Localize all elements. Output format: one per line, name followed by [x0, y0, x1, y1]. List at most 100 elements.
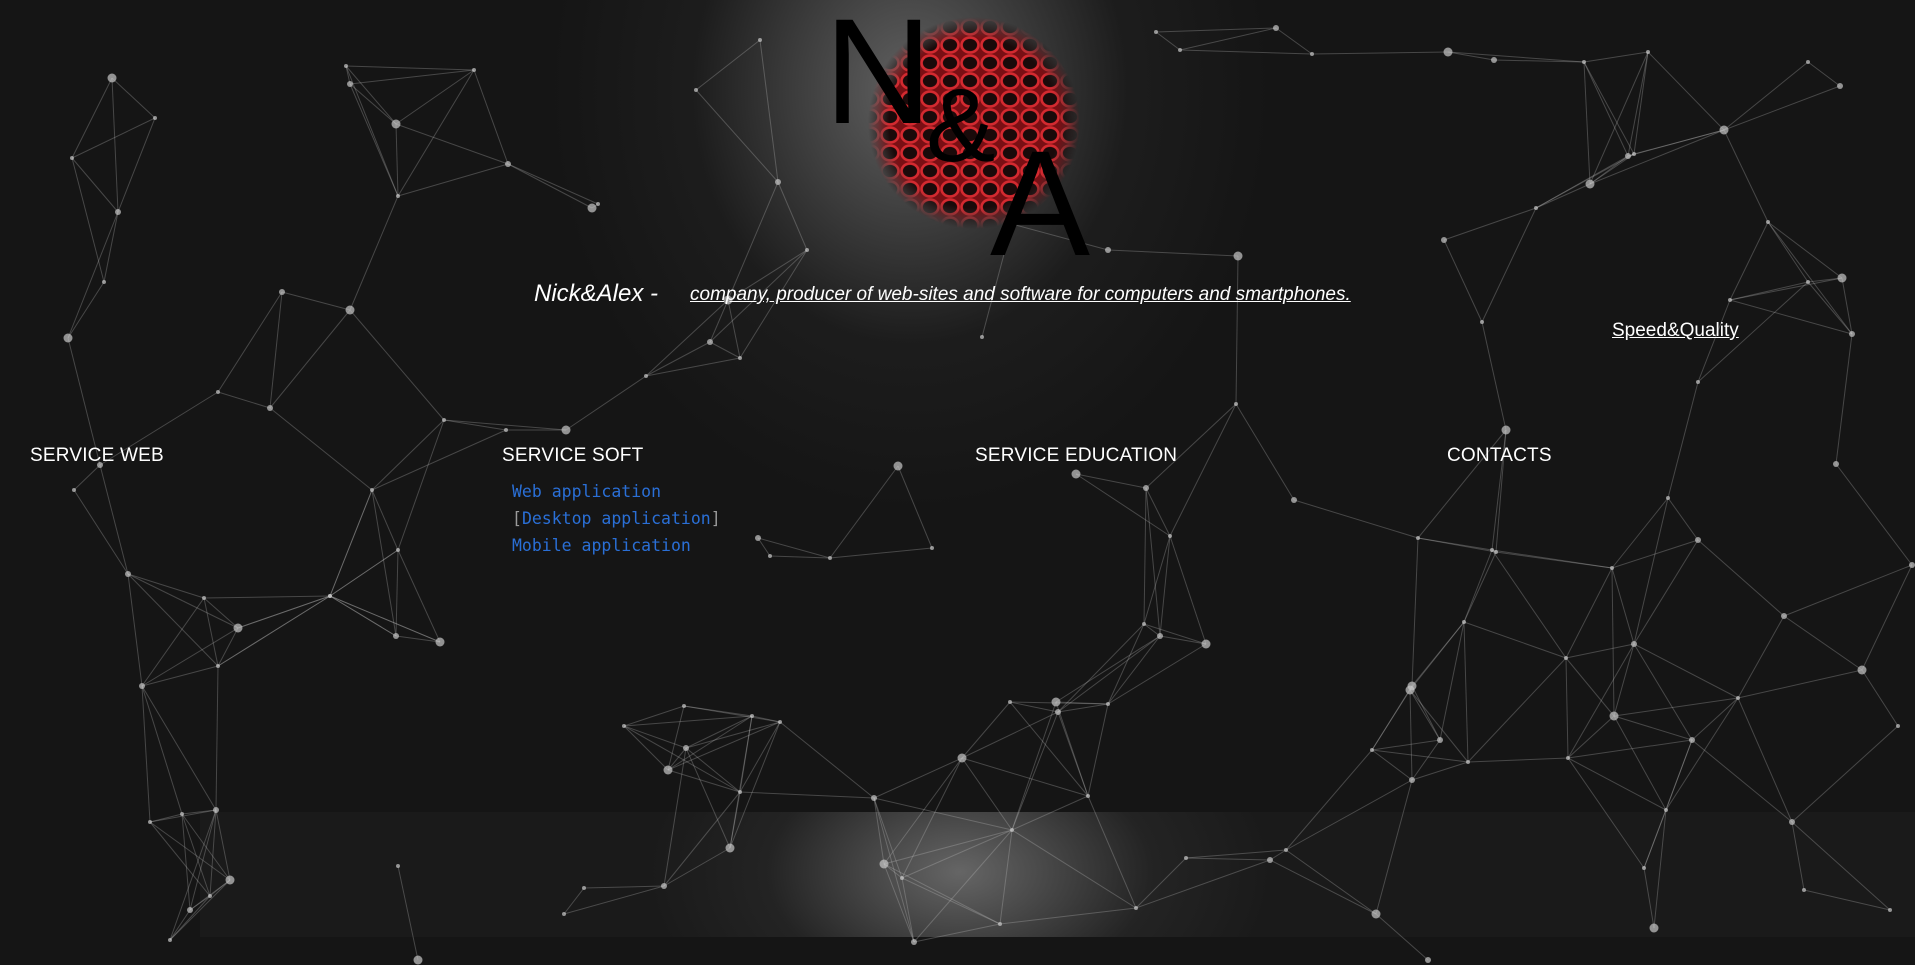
network-node: [1837, 83, 1843, 89]
network-line: [269, 407, 373, 491]
network-line: [1285, 849, 1377, 915]
company-logo: N & A: [820, 0, 1100, 278]
network-line: [1467, 657, 1567, 763]
tagline-description-link[interactable]: company, producer of web-sites and softw…: [690, 284, 1351, 306]
network-node: [1728, 298, 1732, 302]
network-line: [507, 163, 593, 209]
network-line: [217, 391, 271, 409]
submenu-web-application[interactable]: Web application: [512, 478, 721, 505]
network-node: [1310, 52, 1314, 56]
selected-bracket-open: [: [512, 509, 522, 528]
network-node: [1010, 828, 1014, 832]
network-node: [1233, 251, 1243, 261]
network-line: [1135, 857, 1187, 909]
network-line: [1371, 739, 1441, 751]
network-node: [1736, 696, 1740, 700]
network-line: [111, 77, 119, 213]
network-line: [1185, 857, 1271, 861]
network-node: [738, 790, 742, 794]
network-line: [683, 705, 781, 723]
network-line: [71, 117, 156, 159]
network-node: [1582, 60, 1586, 64]
network-line: [645, 341, 711, 377]
network-line: [1417, 537, 1493, 551]
network-line: [73, 464, 101, 491]
network-node: [707, 339, 713, 345]
network-line: [1055, 701, 1089, 797]
network-line: [623, 725, 741, 793]
network-node: [1055, 709, 1061, 715]
network-line: [1791, 821, 1805, 891]
network-line: [623, 705, 685, 727]
network-node: [72, 488, 76, 492]
nav-service-web[interactable]: SERVICE WEB: [30, 445, 164, 467]
network-line: [329, 595, 397, 637]
speed-quality-link[interactable]: Speed&Quality: [1612, 320, 1739, 342]
nav-service-education[interactable]: SERVICE EDUCATION: [975, 445, 1177, 467]
network-line: [1647, 51, 1725, 131]
tagline-company-name: Nick&Alex -: [534, 280, 659, 307]
network-line: [1633, 643, 1739, 699]
network-line: [1861, 669, 1899, 727]
network-node: [1837, 273, 1847, 283]
network-node: [1106, 702, 1110, 706]
submenu-desktop-application[interactable]: [Desktop application]: [512, 505, 721, 532]
network-line: [1169, 403, 1237, 537]
network-node: [1370, 748, 1374, 752]
network-line: [1643, 739, 1693, 869]
network-node: [1566, 756, 1570, 760]
network-line: [1565, 567, 1613, 659]
submenu-mobile-application[interactable]: Mobile application: [512, 532, 721, 559]
network-line: [1169, 535, 1207, 645]
network-line: [727, 299, 741, 359]
network-line: [1583, 51, 1649, 63]
network-node: [778, 720, 782, 724]
network-node: [682, 704, 686, 708]
network-node: [587, 203, 597, 213]
network-line: [663, 791, 741, 887]
network-node: [345, 305, 355, 315]
network-line: [563, 887, 585, 915]
network-line: [1463, 551, 1497, 623]
nav-service-soft[interactable]: SERVICE SOFT: [502, 445, 643, 467]
nav-contacts[interactable]: CONTACTS: [1447, 445, 1552, 467]
network-line: [1611, 539, 1699, 569]
network-node: [661, 883, 667, 889]
network-line: [1411, 537, 1419, 687]
network-node: [115, 209, 121, 215]
network-node: [125, 571, 131, 577]
network-line: [1463, 549, 1493, 623]
network-node: [208, 894, 212, 898]
network-line: [395, 549, 399, 637]
network-line: [1463, 621, 1469, 763]
network-line: [1767, 221, 1809, 283]
network-node: [758, 38, 762, 42]
network-line: [779, 721, 875, 799]
network-node: [622, 724, 626, 728]
network-line: [873, 757, 963, 799]
network-line: [1633, 129, 1725, 155]
network-node: [1909, 562, 1915, 568]
network-line: [663, 847, 731, 887]
network-line: [1613, 643, 1635, 717]
network-node: [1134, 906, 1138, 910]
network-node: [1696, 380, 1700, 384]
network-line: [395, 69, 475, 125]
network-line: [1737, 669, 1863, 699]
network-line: [349, 83, 399, 197]
network-line: [565, 375, 647, 431]
network-node: [139, 683, 145, 689]
network-line: [1285, 779, 1413, 851]
network-node: [1416, 536, 1420, 540]
network-line: [117, 117, 156, 213]
network-line: [1055, 635, 1161, 703]
network-line: [1087, 703, 1109, 797]
network-node: [768, 554, 772, 558]
network-line: [329, 489, 373, 597]
network-line: [1783, 564, 1913, 617]
network-node: [1534, 206, 1538, 210]
network-node: [1284, 848, 1288, 852]
network-line: [169, 879, 231, 941]
network-node: [1008, 700, 1012, 704]
network-line: [215, 665, 219, 811]
